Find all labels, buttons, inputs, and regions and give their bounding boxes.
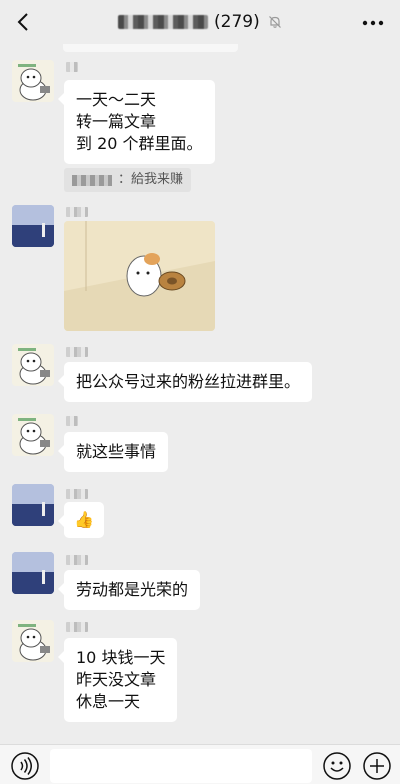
previous-message-edge bbox=[63, 44, 238, 52]
landscape-avatar[interactable] bbox=[12, 484, 54, 526]
hamster-sticker-image bbox=[64, 221, 215, 331]
message-bubble[interactable]: 劳动都是光荣的 bbox=[57, 570, 201, 610]
landscape-avatar-icon bbox=[12, 552, 54, 594]
cartoon-avatar[interactable] bbox=[12, 344, 54, 386]
message-bubble[interactable]: 一天～二天 转一篇文章 到 20 个群里面。 bbox=[58, 80, 215, 164]
message-bubble[interactable]: 就这些事情 bbox=[57, 432, 169, 472]
hamster-sticker[interactable] bbox=[64, 221, 215, 331]
chat-title: (279) bbox=[118, 11, 282, 33]
cartoon-avatar[interactable] bbox=[12, 414, 54, 456]
blurred-quote-name bbox=[72, 174, 112, 186]
blurred-nickname bbox=[66, 416, 78, 426]
blurred-nickname bbox=[66, 207, 88, 217]
member-count: (279) bbox=[214, 12, 260, 32]
landscape-avatar[interactable] bbox=[12, 205, 54, 247]
emoji-icon[interactable] bbox=[322, 751, 352, 781]
cartoon-avatar-icon bbox=[12, 620, 54, 662]
plus-icon[interactable] bbox=[362, 751, 392, 781]
quote-text: ：給我来赚 bbox=[118, 172, 184, 187]
message-bubble[interactable]: 10 块钱一天 昨天没文章 休息一天 bbox=[57, 638, 178, 722]
blurred-nickname bbox=[66, 622, 88, 632]
chat-header: (279) bbox=[0, 0, 400, 44]
landscape-avatar-icon bbox=[12, 205, 54, 247]
cartoon-avatar-icon bbox=[12, 60, 54, 102]
thumbs-up-bubble[interactable]: 👍 bbox=[58, 502, 104, 538]
cartoon-avatar[interactable] bbox=[12, 620, 54, 662]
blurred-group-name bbox=[118, 15, 208, 29]
quoted-reply[interactable]: ：給我来赚 bbox=[64, 168, 192, 192]
landscape-avatar[interactable] bbox=[12, 552, 54, 594]
input-bar bbox=[0, 744, 400, 784]
cartoon-avatar-icon bbox=[12, 414, 54, 456]
back-chevron-icon[interactable] bbox=[14, 12, 34, 32]
cartoon-avatar[interactable] bbox=[12, 60, 54, 102]
more-dots-icon[interactable] bbox=[362, 20, 384, 26]
message-input[interactable] bbox=[50, 749, 312, 783]
blurred-nickname bbox=[66, 62, 78, 72]
message-bubble[interactable]: 把公众号过来的粉丝拉进群里。 bbox=[57, 362, 313, 402]
mute-bell-icon bbox=[268, 16, 281, 28]
blurred-nickname bbox=[66, 555, 88, 565]
blurred-nickname bbox=[66, 347, 88, 357]
landscape-avatar-icon bbox=[12, 484, 54, 526]
voice-icon[interactable] bbox=[10, 751, 40, 781]
blurred-nickname bbox=[66, 489, 88, 499]
cartoon-avatar-icon bbox=[12, 344, 54, 386]
